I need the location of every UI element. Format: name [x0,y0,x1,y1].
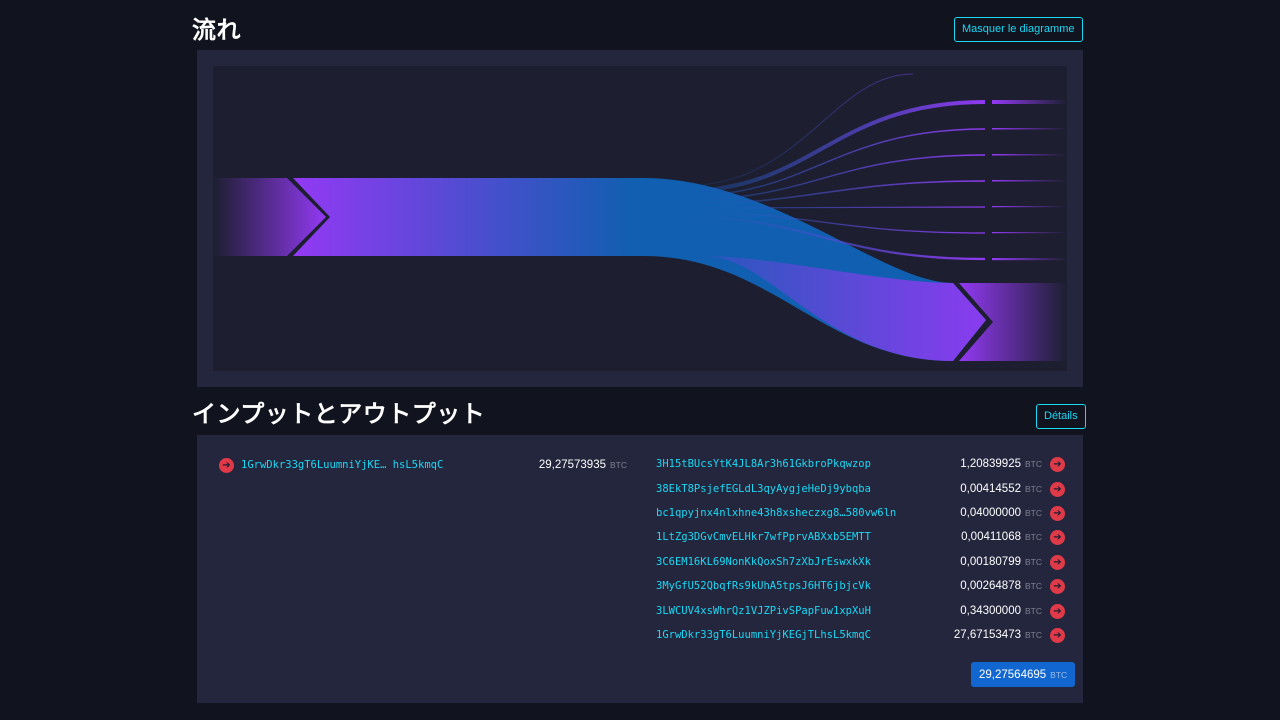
amount-unit: BTC [1025,508,1042,518]
output-address[interactable]: 3H15tBUcsYtK4JL8Ar3h61GkbroPkqwzop [656,458,871,470]
flow-diagram-panel [197,50,1083,387]
input-row: ➔ 1GrwDkr33gT6LuumniYjKE… hsL5kmqC 29,27… [219,455,627,475]
arrow-right-circle-icon[interactable]: ➔ [1050,529,1065,545]
amount-value: 0,00411068 [961,531,1021,543]
amount-value: 0,34300000 [960,605,1021,617]
amount-unit: BTC [610,460,627,470]
total-amount: 29,27564695 [979,668,1047,681]
output-row: 1GrwDkr33gT6LuumniYjKEGjTLhsL5kmqC 27,67… [656,625,1065,645]
arrow-right-circle-icon[interactable]: ➔ [1050,578,1065,594]
hide-diagram-button[interactable]: Masquer le diagramme [954,17,1083,42]
amount-unit: BTC [1025,484,1042,494]
output-row: 3C6EM16KL69NonKkQoxSh7zXbJrEswxkXk 0,001… [656,552,1065,572]
output-address[interactable]: 3MyGfU52QbqfRs9kUhA5tpsJ6HT6jbjcVk [656,580,871,592]
output-amount: 0,00411068 BTC [961,531,1042,543]
flow-title: 流れ [192,16,241,44]
output-amount: 0,04000000 BTC [960,507,1042,519]
output-stub-1 [992,100,1067,104]
output-row: 3MyGfU52QbqfRs9kUhA5tpsJ6HT6jbjcVk 0,002… [656,576,1065,596]
arrow-right-circle-icon[interactable]: ➔ [1050,481,1065,497]
amount-unit: BTC [1025,606,1042,616]
output-address[interactable]: 3LWCUV4xsWhrQz1VJZPivSPapFuw1xpXuH [656,605,871,617]
output-amount: 0,00414552 BTC [960,483,1042,495]
output-address[interactable]: bc1qpyjnx4nlxhne43h8xsheczxg8…580vw6ln [656,507,896,519]
output-row: 3LWCUV4xsWhrQz1VJZPivSPapFuw1xpXuH 0,343… [656,601,1065,621]
amount-value: 0,00264878 [960,580,1021,592]
arrow-right-circle-icon[interactable]: ➔ [1050,603,1065,619]
output-row: 3H15tBUcsYtK4JL8Ar3h61GkbroPkqwzop 1,208… [656,454,1065,474]
output-row: 38EkT8PsjefEGLdL3qyAygjeHeDj9ybqba 0,004… [656,479,1065,499]
output-stub-4 [992,180,1067,182]
arrow-right-circle-icon[interactable]: ➔ [219,457,234,473]
output-amount: 0,00264878 BTC [960,580,1042,592]
output-stub-5 [992,206,1067,208]
arrow-right-circle-icon[interactable]: ➔ [1050,456,1065,472]
total-amount-badge: 29,27564695 BTC [971,662,1076,687]
output-address[interactable]: 1LtZg3DGvCmvELHkr7wfPprvABXxb5EMTT [656,531,871,543]
output-amount: 0,00180799 BTC [960,556,1042,568]
output-amount: 0,34300000 BTC [960,605,1042,617]
amount-value: 0,00180799 [960,556,1021,568]
output-address[interactable]: 38EkT8PsjefEGLdL3qyAygjeHeDj9ybqba [656,483,871,495]
amount-value: 0,00414552 [960,483,1021,495]
amount-value: 29,27573935 [538,459,606,471]
amount-value: 0,04000000 [960,507,1021,519]
io-title: インプットとアウトプット [192,400,486,428]
amount-unit: BTC [1025,557,1042,567]
total-unit: BTC [1050,669,1068,680]
flow-line-1 [682,100,986,193]
amount-value: 1,20839925 [960,458,1021,470]
output-amount: 27,67153473 BTC [954,629,1042,641]
output-amount: 1,20839925 BTC [960,458,1042,470]
input-address[interactable]: 1GrwDkr33gT6LuumniYjKE… hsL5kmqC [241,459,443,471]
flow-line-top [682,73,914,187]
sankey-diagram [213,66,1067,371]
amount-unit: BTC [1025,532,1042,542]
output-row: 1LtZg3DGvCmvELHkr7wfPprvABXxb5EMTT 0,004… [656,527,1065,547]
arrow-right-circle-icon[interactable]: ➔ [1050,505,1065,521]
output-address[interactable]: 1GrwDkr33gT6LuumniYjKEGjTLhsL5kmqC [656,629,871,641]
output-stub-7 [992,258,1067,261]
output-stub-2 [992,128,1067,130]
amount-value: 27,67153473 [953,629,1021,641]
sankey-svg [213,73,1067,361]
output-row: bc1qpyjnx4nlxhne43h8xsheczxg8…580vw6ln 0… [656,503,1065,523]
amount-unit: BTC [1025,630,1042,640]
details-button[interactable]: Détails [1036,404,1086,429]
output-stub-3 [992,154,1067,156]
arrow-right-circle-icon[interactable]: ➔ [1050,627,1065,643]
io-panel: ➔ 1GrwDkr33gT6LuumniYjKE… hsL5kmqC 29,27… [197,435,1083,703]
output-address[interactable]: 3C6EM16KL69NonKkQoxSh7zXbJrEswxkXk [656,556,871,568]
arrow-right-circle-icon[interactable]: ➔ [1050,554,1065,570]
amount-unit: BTC [1025,459,1042,469]
input-amount: 29,27573935 BTC [539,459,627,471]
output-stub-6 [992,232,1067,234]
amount-unit: BTC [1025,581,1042,591]
